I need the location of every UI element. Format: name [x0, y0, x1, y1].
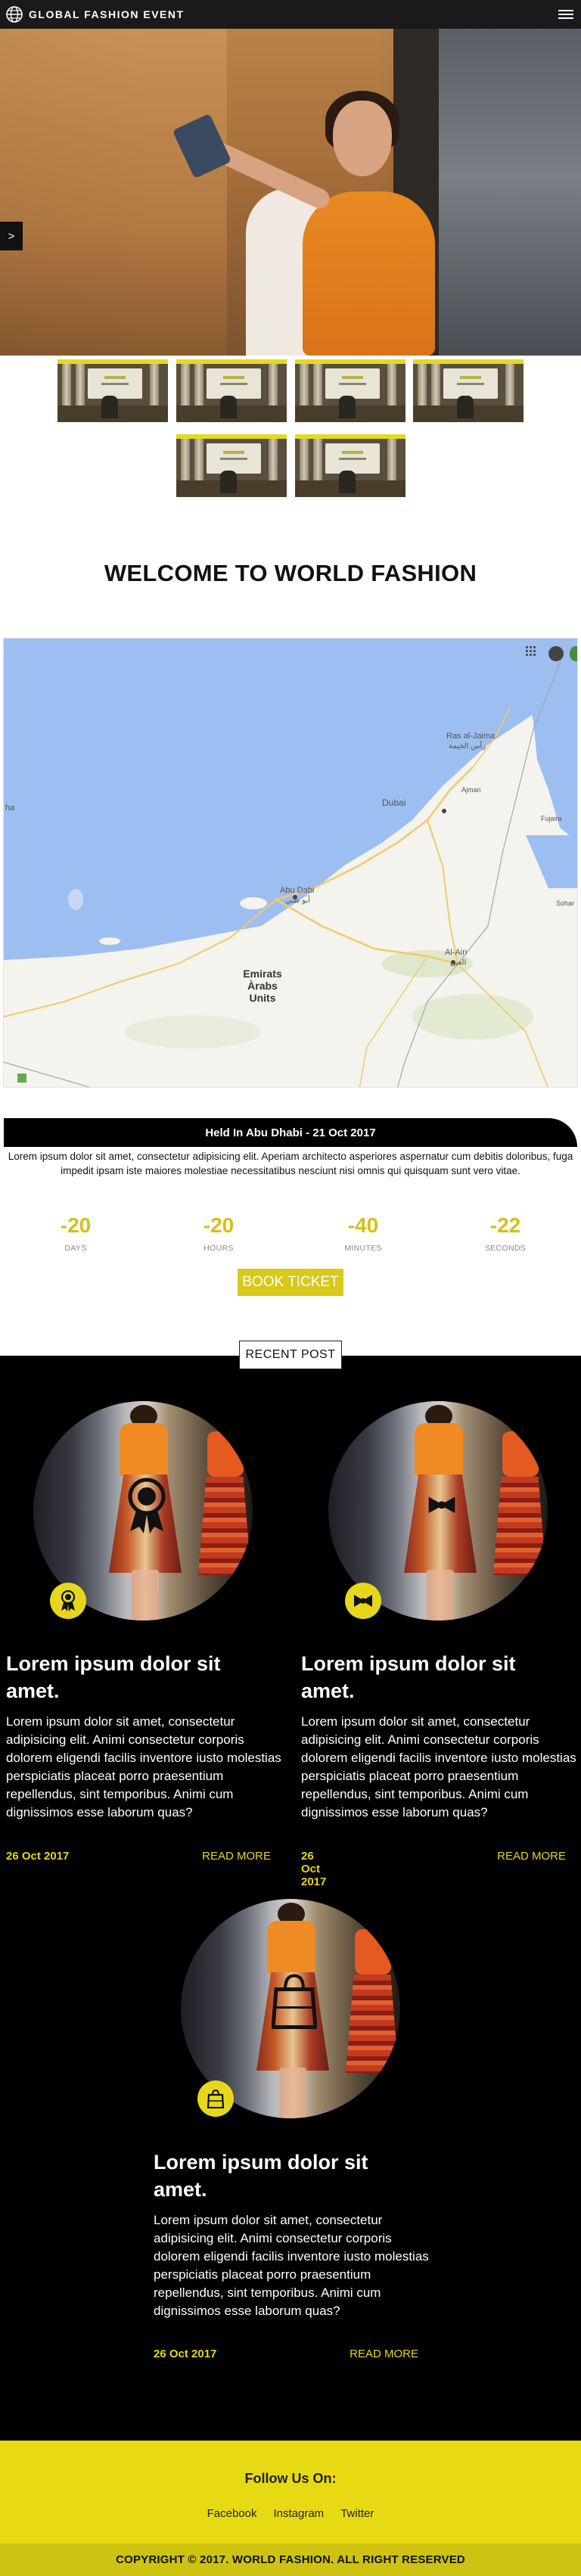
map-label: Ajman [461, 786, 481, 794]
instagram-link[interactable]: Instagram [273, 2507, 324, 2520]
gallery-thumbnail[interactable] [295, 359, 405, 422]
countdown-value: -22 [489, 1213, 521, 1237]
countdown-value: -20 [203, 1213, 235, 1237]
countdown-label: DAYS [64, 1244, 87, 1253]
medal-icon [50, 1583, 86, 1619]
social-links: Facebook Instagram Twitter [0, 2507, 581, 2520]
gallery-thumbnail[interactable] [176, 434, 287, 497]
countdown-label: MINUTES [344, 1244, 382, 1253]
countdown-value: -40 [347, 1213, 379, 1237]
map-label: Abu Dabi [280, 886, 315, 895]
location-map[interactable]: Ras al-Jaima رأس الخيمة Dubai Ajman Fuja… [3, 638, 578, 1088]
post-excerpt: Lorem ipsum dolor sit amet, consectetur … [6, 1714, 281, 1819]
post-excerpt: Lorem ipsum dolor sit amet, consectetur … [301, 1714, 576, 1819]
bow-tie-icon [428, 1496, 455, 1513]
map-label: ha [5, 803, 15, 813]
medal-icon [128, 1478, 166, 1533]
hero-image [0, 29, 581, 356]
post-excerpt: Lorem ipsum dolor sit amet, consectetur … [154, 2213, 429, 2318]
map-country-label: Emirats Àrabs Units [243, 968, 282, 1004]
countdown-days: -20 DAYS [23, 1213, 129, 1253]
welcome-heading: WELCOME TO WORLD FASHION [104, 560, 477, 586]
countdown-value: -20 [60, 1213, 92, 1237]
map-label: Sohar [556, 900, 575, 907]
read-more-link[interactable]: READ MORE [314, 2348, 418, 2360]
hamburger-menu-icon[interactable] [558, 7, 573, 22]
map-label: Ras al-Jaima [446, 732, 496, 741]
read-more-link[interactable]: READ MORE [166, 1850, 271, 1863]
hero-next-arrow[interactable]: > [0, 222, 23, 250]
countdown-label: HOURS [204, 1244, 234, 1253]
map-layer-icon[interactable] [570, 646, 577, 661]
post-date: 26 Oct 2017 [6, 1850, 70, 1863]
shopping-bag-icon [272, 1974, 317, 2029]
gallery-thumbnail[interactable] [295, 434, 405, 497]
countdown-seconds: -22 SECONDS [452, 1213, 558, 1253]
brand-name[interactable]: GLOBAL FASHION EVENT [29, 8, 185, 20]
countdown-hours: -20 HOURS [166, 1213, 272, 1253]
copyright-bar: COPYRIGHT © 2017. WORLD FASHION. ALL RIG… [0, 2543, 581, 2576]
gallery-thumbnail[interactable] [57, 359, 168, 422]
map-label: العين [450, 959, 467, 967]
page: GLOBAL FASHION EVENT > WELCOME TO WORLD … [0, 0, 581, 2576]
book-ticket-button[interactable]: BOOK TICKET [238, 1269, 343, 1296]
post-date: 26 Oct 2017 [301, 1850, 327, 1888]
countdown-label: SECONDS [484, 1244, 527, 1253]
map-location-icon[interactable] [548, 646, 564, 661]
read-more-link[interactable]: READ MORE [461, 1850, 566, 1863]
countdown-minutes: -40 MINUTES [310, 1213, 416, 1253]
event-location-banner: Held In Abu Dhabi - 21 Oct 2017 [4, 1118, 577, 1147]
post-title[interactable]: Lorem ipsum dolor sit amet. [6, 1650, 278, 1704]
gallery-thumbnail[interactable] [176, 359, 287, 422]
event-description: Lorem ipsum dolor sit amet, consectetur … [8, 1151, 573, 1176]
map-label: Fujaira [541, 815, 562, 822]
globe-icon[interactable] [5, 5, 24, 24]
post-date: 26 Oct 2017 [154, 2348, 217, 2360]
navbar: GLOBAL FASHION EVENT [0, 0, 581, 29]
bow-tie-icon [345, 1583, 381, 1619]
post-title[interactable]: Lorem ipsum dolor sit amet. [301, 1650, 573, 1704]
post-title[interactable]: Lorem ipsum dolor sit amet. [154, 2149, 426, 2203]
follow-us-heading: Follow Us On: [244, 2471, 337, 2486]
map-label: رأس الخيمة [449, 742, 486, 750]
footer: Follow Us On: Facebook Instagram Twitter [0, 2441, 581, 2543]
facebook-link[interactable]: Facebook [207, 2507, 257, 2520]
map-label: أبو ظبي [285, 896, 310, 905]
shopping-bag-icon [197, 2080, 234, 2117]
recent-post-title: RECENT POST [239, 1341, 342, 1369]
twitter-link[interactable]: Twitter [340, 2507, 374, 2520]
map-label: Dubai [382, 797, 406, 808]
map-grid-icon[interactable] [526, 646, 538, 658]
gallery-thumbnail[interactable] [413, 359, 524, 422]
map-label: Al-Ain [445, 948, 468, 957]
